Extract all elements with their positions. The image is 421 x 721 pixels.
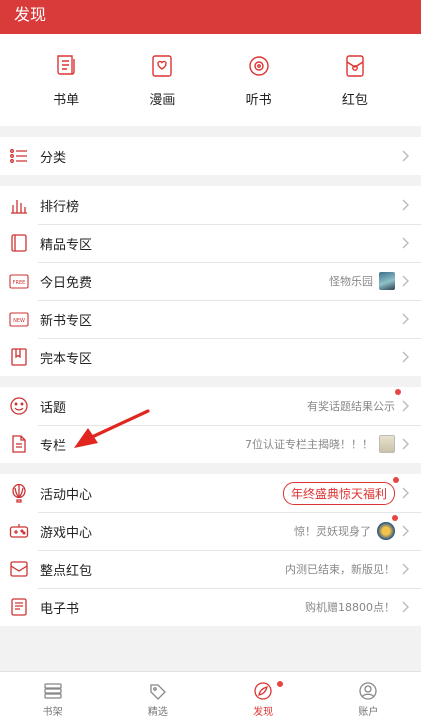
- balloon-icon: [12, 483, 26, 503]
- new-badge-dot: [276, 681, 283, 687]
- tab-bookshelf[interactable]: 书架: [0, 672, 105, 721]
- comic-icon: [152, 54, 173, 77]
- compass-leaf-icon: [254, 682, 272, 700]
- row-free[interactable]: FREE 今日免费 怪物乐园: [0, 262, 421, 300]
- row-packet[interactable]: 整点红包 内测已结束，新版见！: [0, 550, 421, 588]
- free-tag-icon: FREE: [9, 274, 29, 289]
- packet-note: 内测已结束，新版见！: [285, 563, 395, 576]
- chevron-right-icon: [402, 438, 409, 450]
- game-note: 惊！灵妖现身了: [294, 515, 398, 540]
- category-section: 分类: [0, 137, 421, 175]
- disc-icon: [248, 55, 269, 76]
- new-badge-dot: [395, 389, 401, 395]
- chevron-right-icon: [402, 487, 409, 499]
- quick-item-audio[interactable]: 听书: [224, 53, 294, 108]
- row-premium[interactable]: 精品专区: [0, 224, 421, 262]
- chevron-right-icon: [402, 563, 409, 575]
- ebook-icon: [11, 598, 27, 616]
- row-game[interactable]: 游戏中心 惊！灵妖现身了: [0, 512, 421, 550]
- column-thumbnail: [379, 435, 395, 453]
- activity-section: 活动中心 年终盛典惊天福利 游戏中心 惊！灵妖现身了 整点红包 内测已结束，新版…: [0, 474, 421, 626]
- new-tag-icon: NEW: [9, 312, 29, 327]
- page-title: 发现: [14, 5, 47, 24]
- row-topic[interactable]: 话题 有奖话题结果公示: [0, 387, 421, 425]
- chevron-right-icon: [402, 199, 409, 211]
- tab-account[interactable]: 账户: [316, 672, 421, 721]
- svg-text:NEW: NEW: [13, 318, 25, 324]
- document-icon: [12, 435, 26, 453]
- column-note: 7位认证专栏主揭晓！！！: [245, 435, 395, 453]
- free-book-note: 怪物乐园: [329, 272, 395, 290]
- chevron-right-icon: [402, 313, 409, 325]
- red-packet-icon: [346, 54, 364, 77]
- activity-note: 年终盛典惊天福利: [282, 476, 399, 505]
- envelope-icon: [10, 561, 28, 577]
- chevron-right-icon: [402, 237, 409, 249]
- quick-item-booklist[interactable]: 书单: [31, 53, 101, 108]
- bar-chart-icon: [11, 200, 27, 214]
- chevron-right-icon: [402, 400, 409, 412]
- row-category[interactable]: 分类: [0, 137, 421, 175]
- row-column[interactable]: 专栏 7位认证专栏主揭晓！！！: [0, 425, 421, 463]
- chevron-right-icon: [402, 150, 409, 162]
- row-newbook[interactable]: NEW 新书专区: [0, 300, 421, 338]
- chevron-right-icon: [402, 351, 409, 363]
- new-badge-dot: [393, 476, 399, 483]
- game-thumbnail: [377, 522, 395, 540]
- zones-section: 排行榜 精品专区 FREE 今日免费 怪物乐园 NEW 新书专区 完本专区: [0, 186, 421, 376]
- promo-pill: 年终盛典惊天福利: [282, 481, 395, 505]
- tag-icon: [150, 684, 166, 700]
- chevron-right-icon: [402, 601, 409, 613]
- chevron-right-icon: [402, 275, 409, 287]
- community-section: 话题 有奖话题结果公示 专栏 7位认证专栏主揭晓！！！: [0, 387, 421, 463]
- quick-item-redpacket[interactable]: 红包: [320, 53, 390, 108]
- book-icon: [11, 234, 27, 252]
- book-cover-thumbnail: [379, 272, 395, 290]
- tab-discover[interactable]: 发现: [211, 672, 316, 721]
- list-icon: [10, 149, 27, 163]
- quick-item-comic[interactable]: 漫画: [127, 53, 197, 108]
- row-rank[interactable]: 排行榜: [0, 186, 421, 224]
- scroll-icon: [57, 54, 75, 75]
- ebook-note: 购机赠18800点！: [305, 601, 395, 614]
- smiley-icon: [10, 397, 28, 415]
- new-badge-dot: [392, 515, 398, 521]
- top-bar: 发现: [0, 0, 421, 34]
- row-ebook[interactable]: 电子书 购机赠18800点！: [0, 588, 421, 626]
- row-finished[interactable]: 完本专区: [0, 338, 421, 376]
- tab-featured[interactable]: 精选: [105, 672, 210, 721]
- gamepad-icon: [9, 524, 29, 538]
- chevron-right-icon: [402, 525, 409, 537]
- bookshelf-icon: [43, 683, 62, 699]
- row-activity[interactable]: 活动中心 年终盛典惊天福利: [0, 474, 421, 512]
- user-icon: [359, 682, 378, 700]
- bookmark-book-icon: [11, 348, 27, 366]
- svg-text:FREE: FREE: [13, 280, 26, 286]
- bottom-tab-bar: 书架 精选 发现 账户: [0, 671, 421, 721]
- quick-entry-bar: 书单 漫画 听书 红包: [0, 34, 421, 126]
- topic-note: 有奖话题结果公示: [307, 389, 401, 414]
